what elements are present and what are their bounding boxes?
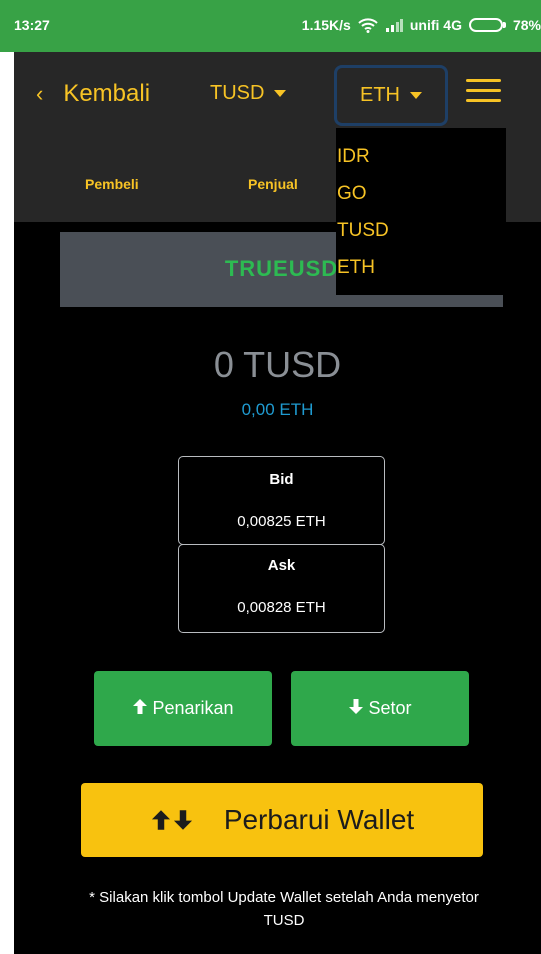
app-content: ‹ Kembali TUSD ETH Pembeli Penjual TRUEU… (14, 52, 541, 954)
battery-icon (468, 18, 506, 32)
withdraw-button[interactable]: Penarikan (94, 671, 272, 746)
base-currency-dropdown[interactable]: TUSD (210, 82, 287, 105)
quote-currency-dropdown[interactable]: ETH (334, 65, 448, 126)
carrier-label: unifi 4G (409, 17, 462, 33)
quote-currency-label: ETH (360, 84, 400, 106)
dropdown-option-idr[interactable]: IDR (336, 144, 506, 181)
wallet-balance-converted: 0,00 ETH (241, 400, 314, 419)
base-currency-label: TUSD (210, 82, 265, 104)
bid-price-box: Bid 0,00825 ETH (178, 456, 385, 545)
bid-value: 0,00825 ETH (237, 513, 326, 530)
menu-icon[interactable] (466, 79, 501, 103)
arrow-down-icon (348, 698, 368, 720)
arrow-up-icon (132, 698, 152, 720)
bid-label: Bid (269, 471, 294, 488)
refresh-wallet-label: Perbarui Wallet (223, 804, 415, 835)
status-right: 1.15K/s unifi 4G 78% (302, 17, 541, 33)
top-navbar: ‹ Kembali TUSD ETH (14, 52, 541, 138)
battery-percent: 78% (512, 17, 541, 33)
back-label: Kembali (63, 80, 151, 107)
tab-seller[interactable]: Penjual (248, 176, 298, 192)
transfer-arrows-icon (150, 809, 194, 831)
ask-price-box: Ask 0,00828 ETH (178, 544, 385, 633)
phone-screen: 13:27 1.15K/s unifi 4G 78% ‹ Kembali TUS… (0, 0, 541, 954)
back-button[interactable]: ‹ Kembali (36, 80, 150, 108)
wifi-icon (358, 17, 378, 33)
refresh-wallet-button[interactable]: Perbarui Wallet (81, 783, 483, 857)
status-bar: 13:27 1.15K/s unifi 4G 78% (0, 0, 541, 52)
withdraw-label: Penarikan (152, 698, 234, 718)
deposit-notice: * Silakan klik tombol Update Wallet sete… (89, 889, 479, 929)
dropdown-option-go[interactable]: GO (336, 181, 506, 218)
wallet-balance: 0 TUSD (213, 344, 342, 385)
signal-icon (385, 18, 403, 32)
caret-down-icon (410, 92, 422, 99)
ask-value: 0,00828 ETH (237, 599, 326, 616)
currency-dropdown-menu: IDR GO TUSD ETH (336, 128, 506, 295)
network-speed: 1.15K/s (301, 17, 351, 33)
status-time: 13:27 (14, 17, 50, 33)
dropdown-option-tusd[interactable]: TUSD (336, 218, 506, 255)
dropdown-option-eth[interactable]: ETH (336, 255, 506, 292)
caret-down-icon (274, 90, 287, 97)
ask-label: Ask (267, 557, 296, 574)
deposit-label: Setor (368, 698, 412, 718)
tab-buyer[interactable]: Pembeli (85, 176, 139, 192)
chevron-left-icon: ‹ (36, 81, 44, 106)
deposit-button[interactable]: Setor (291, 671, 469, 746)
